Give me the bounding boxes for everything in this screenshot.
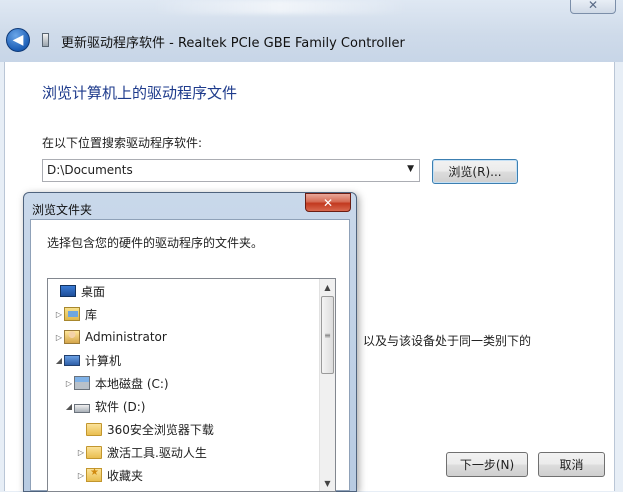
window-title: 更新驱动程序软件 - Realtek PCIe GBE Family Contr… <box>61 36 405 51</box>
library-icon <box>64 307 80 321</box>
folder-tree[interactable]: 桌面 ▷ 库 ▷ Administrator ◢ 计算机 ▷ 本地磁盘 (C:) <box>47 278 336 492</box>
tree-item-drive-c[interactable]: ▷ 本地磁盘 (C:) <box>64 373 169 393</box>
tree-item-computer[interactable]: ◢ 计算机 <box>54 350 121 370</box>
include-subfolders-text: 以及与该设备处于同一类别下的 <box>363 334 532 348</box>
tree-item-label: 360安全浏览器下载 <box>107 422 214 437</box>
dropdown-arrow-icon[interactable]: ▼ <box>407 164 414 174</box>
page-heading: 浏览计算机上的驱动程序文件 <box>42 84 238 102</box>
search-location-label: 在以下位置搜索驱动程序软件: <box>42 136 203 150</box>
folder-icon <box>86 422 102 436</box>
expander[interactable]: ▷ <box>76 448 86 457</box>
tree-item-label: 库 <box>85 307 98 322</box>
expander[interactable]: ◢ <box>64 402 74 411</box>
expander[interactable]: ◢ <box>54 356 64 365</box>
tree-item-label: 计算机 <box>85 353 122 368</box>
tree-item-label: Administrator <box>85 330 167 344</box>
drive-icon <box>74 403 90 413</box>
path-combobox[interactable]: D:\Documents ▼ <box>42 159 420 182</box>
next-button[interactable]: 下一步(N) <box>446 452 528 477</box>
tree-item-folder-tools[interactable]: ▷ 激活工具.驱动人生 <box>76 442 207 462</box>
tree-item-folder-360[interactable]: 360安全浏览器下载 <box>76 419 214 439</box>
scroll-down-arrow-icon[interactable]: ▼ <box>320 475 335 491</box>
cancel-button[interactable]: 取消 <box>538 452 605 477</box>
scroll-thumb[interactable]: ≡ <box>321 296 334 374</box>
desktop-icon <box>60 285 76 297</box>
favorites-folder-icon <box>86 467 102 482</box>
tree-item-library[interactable]: ▷ 库 <box>54 304 97 324</box>
tree-item-label: 激活工具.驱动人生 <box>107 445 207 460</box>
expander[interactable]: ▷ <box>76 471 86 480</box>
title-bar-glass <box>0 0 623 62</box>
computer-icon <box>64 354 80 366</box>
tree-item-administrator[interactable]: ▷ Administrator <box>54 327 167 347</box>
window-close-button[interactable]: ✕ <box>570 0 616 14</box>
user-folder-icon <box>64 330 80 344</box>
path-value: D:\Documents <box>47 163 133 177</box>
device-icon <box>42 33 49 47</box>
folder-icon <box>86 445 102 459</box>
os-drive-icon <box>74 376 90 390</box>
browse-folder-dialog: 浏览文件夹 ✕ 选择包含您的硬件的驱动程序的文件夹。 桌面 ▷ 库 ▷ Admi… <box>23 192 357 492</box>
back-button[interactable]: ◀ <box>6 28 30 52</box>
dialog-description: 选择包含您的硬件的驱动程序的文件夹。 <box>47 236 264 250</box>
tree-item-favorites[interactable]: ▷ 收藏夹 <box>76 465 143 485</box>
expander[interactable]: ▷ <box>54 310 64 319</box>
browse-button[interactable]: 浏览(R)... <box>432 159 518 184</box>
blurred-background <box>150 0 410 14</box>
dialog-body: 选择包含您的硬件的驱动程序的文件夹。 桌面 ▷ 库 ▷ Administrato… <box>30 219 350 492</box>
dialog-close-button[interactable]: ✕ <box>305 193 351 212</box>
tree-item-label: 桌面 <box>81 284 106 299</box>
back-arrow-icon: ◀ <box>12 32 24 48</box>
scroll-up-arrow-icon[interactable]: ▲ <box>320 279 335 295</box>
expander[interactable]: ▷ <box>54 333 64 342</box>
tree-item-desktop[interactable]: 桌面 <box>50 281 105 301</box>
tree-scrollbar[interactable]: ▲ ≡ ▼ <box>319 279 335 491</box>
dialog-title: 浏览文件夹 <box>32 203 93 217</box>
tree-item-drive-d[interactable]: ◢ 软件 (D:) <box>64 396 146 416</box>
tree-item-label: 收藏夹 <box>107 468 144 483</box>
expander[interactable]: ▷ <box>64 379 74 388</box>
tree-item-label: 软件 (D:) <box>95 399 146 414</box>
tree-item-label: 本地磁盘 (C:) <box>95 376 169 391</box>
